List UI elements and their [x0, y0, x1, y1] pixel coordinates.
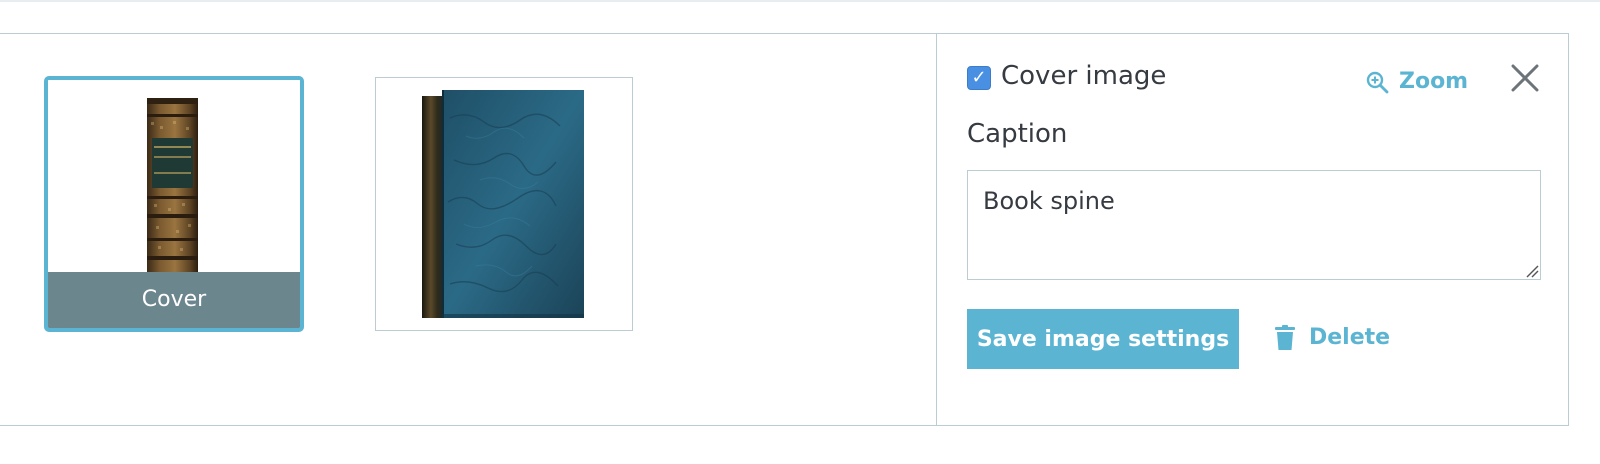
cover-image-checkbox[interactable]: ✓	[967, 66, 991, 90]
close-icon	[1511, 64, 1539, 92]
book-spine-image	[48, 80, 300, 272]
top-divider	[0, 0, 1600, 2]
close-button[interactable]	[1509, 62, 1541, 94]
thumbnail-cover[interactable]: Cover	[44, 76, 304, 332]
blue-book-image	[376, 78, 632, 330]
zoom-in-icon	[1366, 71, 1389, 94]
trash-icon	[1275, 325, 1295, 350]
zoom-label: Zoom	[1399, 69, 1469, 94]
cover-image-label: Cover image	[1001, 61, 1167, 91]
delete-button[interactable]: Delete	[1275, 322, 1390, 354]
resize-grip-icon[interactable]	[1525, 264, 1539, 278]
zoom-link[interactable]: Zoom	[1365, 67, 1468, 97]
caption-label: Caption	[967, 119, 1068, 149]
caption-input[interactable]: Book spine	[967, 170, 1541, 280]
image-settings-panel: ✓ Cover image Zoom Caption Book spine Sa…	[937, 34, 1568, 425]
thumbnail-image-2[interactable]	[375, 77, 633, 331]
cover-badge: Cover	[48, 272, 300, 328]
delete-label: Delete	[1309, 325, 1391, 350]
image-manager-panel: Cover ✓ Cover image Zoom Caption Book sp…	[0, 33, 1569, 426]
save-image-settings-button[interactable]: Save image settings	[967, 309, 1239, 369]
image-thumbnails-area: Cover	[0, 34, 936, 425]
